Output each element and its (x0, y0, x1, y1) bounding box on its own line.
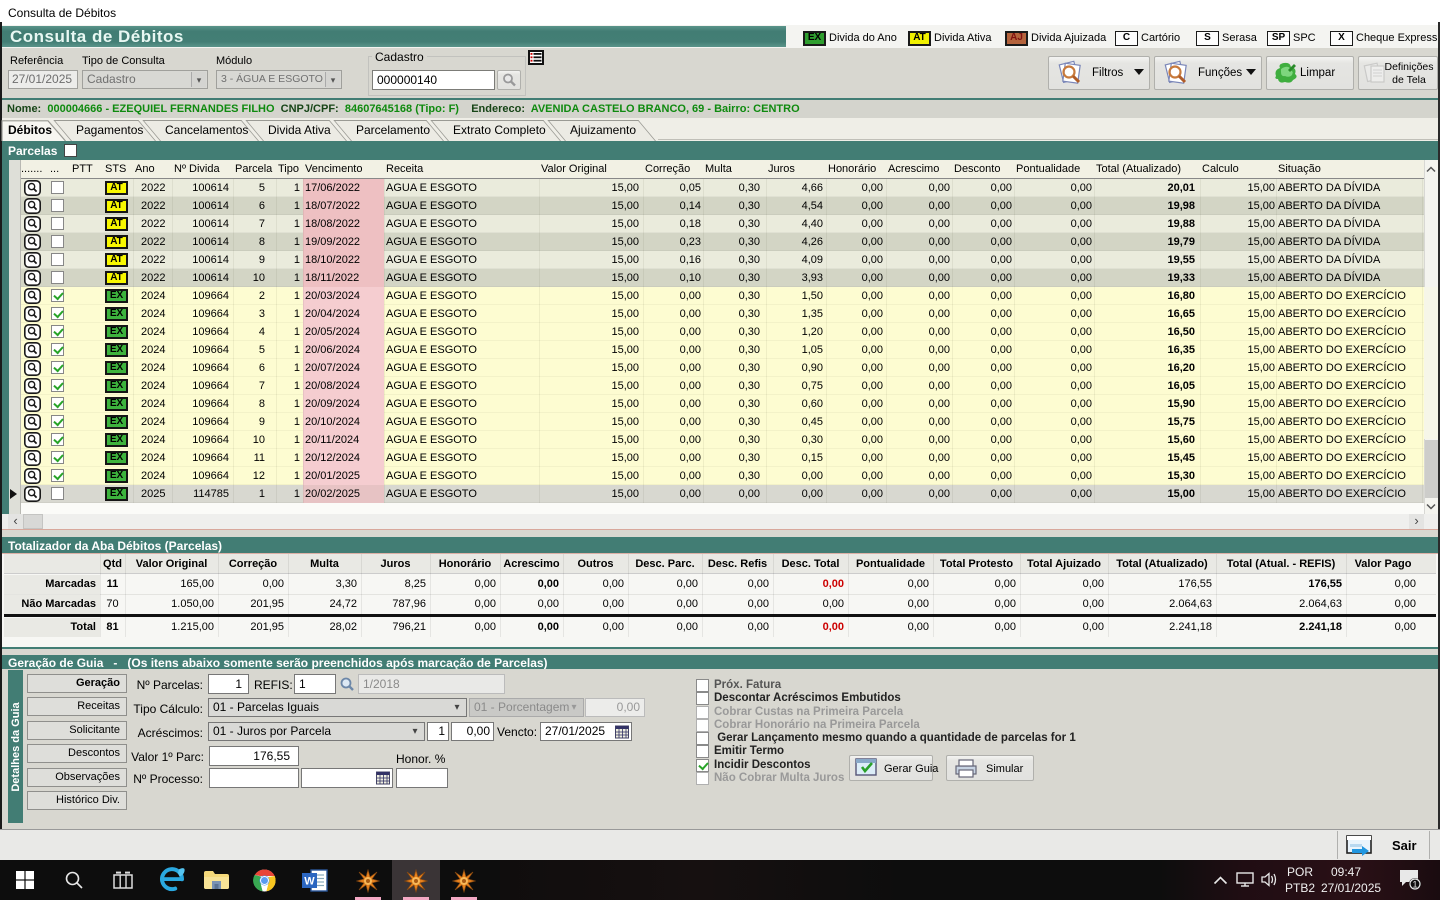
svg-text:1: 1 (1412, 880, 1417, 890)
svg-text:W: W (304, 876, 315, 888)
